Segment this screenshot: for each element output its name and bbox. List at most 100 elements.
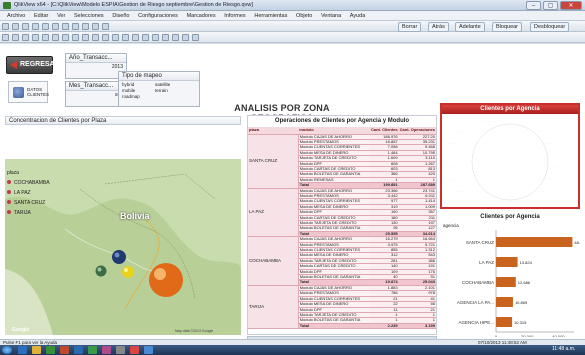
plaza-cell[interactable]: TARIJA	[248, 285, 299, 330]
borrar-button[interactable]: Borrar	[398, 22, 422, 32]
bar-2[interactable]	[496, 277, 516, 287]
legend-label: TARIJA	[14, 210, 31, 216]
map-bubble-cochabamba[interactable]	[112, 250, 126, 264]
close-button[interactable]: ✕	[560, 1, 582, 10]
help-icon[interactable]	[102, 23, 109, 30]
save-icon[interactable]	[22, 23, 29, 30]
table-viewer-icon[interactable]	[192, 34, 199, 41]
menu-editar[interactable]: Editar	[34, 11, 48, 21]
tipo-option-terrain[interactable]: terrain	[155, 88, 168, 93]
minimize-button[interactable]: –	[526, 1, 541, 10]
regresar-button[interactable]: REGRESAR	[6, 56, 60, 74]
bar-4[interactable]	[496, 317, 513, 327]
taskbar-app5-icon[interactable]	[144, 346, 153, 354]
menu-selecciones[interactable]: Selecciones	[74, 11, 104, 21]
sheet-icon[interactable]	[2, 34, 9, 41]
line-icon[interactable]	[122, 34, 129, 41]
slider-icon[interactable]	[72, 34, 79, 41]
menu-objeto[interactable]: Objeto	[296, 11, 312, 21]
anio-value[interactable]: 2013	[66, 63, 126, 72]
total-value: 3.199	[398, 323, 436, 330]
bookmark-icon[interactable]	[92, 34, 99, 41]
undo-icon[interactable]	[72, 23, 79, 30]
tipo-option-hybrid[interactable]: hybrid	[122, 82, 134, 87]
multibox-icon[interactable]	[62, 34, 69, 41]
svg-text:· · · · ·: · · · · ·	[444, 153, 452, 157]
taskbar-qlikview-icon[interactable]	[46, 346, 55, 354]
taskbar-word-icon[interactable]	[74, 346, 83, 354]
bar-0[interactable]	[496, 237, 573, 247]
menu-informes[interactable]: Informes	[224, 11, 245, 21]
menu-ayuda[interactable]: Ayuda	[350, 11, 366, 21]
copy-icon[interactable]	[52, 23, 59, 30]
chart-icon[interactable]	[22, 34, 29, 41]
menu-configuraciones[interactable]: Configuraciones	[138, 11, 178, 21]
mes-value[interactable]: sep	[66, 91, 126, 100]
menu-archivo[interactable]: Archivo	[7, 11, 25, 21]
map-bubble-tarija[interactable]	[122, 266, 134, 278]
plaza-cell[interactable]: COCHABAMBA	[248, 236, 299, 286]
col-modulo[interactable]: modulo	[298, 127, 370, 135]
tipo-option-roadmap[interactable]: roadmap	[122, 94, 140, 99]
google-logo: Google	[12, 327, 30, 333]
paste-icon[interactable]	[62, 23, 69, 30]
start-button-icon[interactable]	[2, 346, 12, 354]
map-bubble-santa-cruz[interactable]	[149, 263, 183, 297]
datos-clientes-button[interactable]: DATOS CLIENTES	[8, 81, 49, 103]
maximize-button[interactable]: ▢	[543, 1, 558, 10]
redo-icon[interactable]	[82, 23, 89, 30]
tipo-option-mobile[interactable]: mobile	[122, 88, 135, 93]
taskbar-app4-icon[interactable]	[130, 346, 139, 354]
bar-3[interactable]	[496, 297, 513, 307]
reload-icon[interactable]	[92, 23, 99, 30]
bar-1[interactable]	[496, 257, 518, 267]
legend-item-cochabamba[interactable]: COCHABAMBA	[7, 178, 50, 188]
taskbar-ie-icon[interactable]	[18, 346, 27, 354]
adelante-button[interactable]: Adelante	[455, 22, 485, 32]
legend-item-tarija[interactable]: TARIJA	[7, 208, 50, 218]
button-icon[interactable]	[52, 34, 59, 41]
taskbar-app-icon[interactable]	[60, 346, 69, 354]
taskbar-app3-icon[interactable]	[116, 346, 125, 354]
container-icon[interactable]	[112, 34, 119, 41]
legend-item-la-paz[interactable]: LA PAZ	[7, 188, 50, 198]
properties-icon[interactable]	[172, 34, 179, 41]
open-icon[interactable]	[12, 23, 19, 30]
align-right-icon[interactable]	[152, 34, 159, 41]
atras-button[interactable]: Atrás	[428, 22, 449, 32]
taskbar-excel-icon[interactable]	[88, 346, 97, 354]
legend-item-santa-cruz[interactable]: SANTA CRUZ	[7, 198, 50, 208]
map-bubble-la-paz[interactable]	[95, 265, 107, 277]
plaza-cell[interactable]: SANTA CRUZ	[248, 134, 299, 189]
table-icon[interactable]	[32, 34, 39, 41]
tipo-mapeo-listbox[interactable]: Tipo de mapeo hybrid satellite mobile te…	[118, 71, 200, 107]
tipo-option-satellite[interactable]: satellite	[155, 82, 170, 87]
align-left-icon[interactable]	[132, 34, 139, 41]
menu-herramientas[interactable]: Herramientas	[254, 11, 287, 21]
grid-icon[interactable]	[162, 34, 169, 41]
search-icon[interactable]	[102, 34, 109, 41]
col-cant-clientes[interactable]: Cant. Clientes	[369, 127, 399, 135]
operaciones-table[interactable]: Operaciones de Clientes por Agencia y Mo…	[247, 115, 437, 335]
new-icon[interactable]	[2, 23, 9, 30]
plaza-cell[interactable]: LA PAZ	[248, 188, 299, 238]
menu-marcadores[interactable]: Marcadores	[187, 11, 216, 21]
listbox-icon[interactable]	[12, 34, 19, 41]
script-icon[interactable]	[182, 34, 189, 41]
desbloquear-button[interactable]: Desbloquear	[530, 22, 570, 32]
taskbar-explorer-icon[interactable]	[32, 346, 41, 354]
taskbar-app2-icon[interactable]	[102, 346, 111, 354]
menu-ventana[interactable]: Ventana	[321, 11, 341, 21]
col-plaza[interactable]: plaza	[248, 127, 299, 135]
bloquear-button[interactable]: Bloquear	[492, 22, 523, 32]
calendar-icon[interactable]	[82, 34, 89, 41]
col-cant-operaciones[interactable]: Cant. Operaciones	[398, 127, 436, 135]
print-icon[interactable]	[32, 23, 39, 30]
bar-tick-label: 0	[495, 334, 498, 337]
menu-ver[interactable]: Ver	[57, 11, 65, 21]
cut-icon[interactable]	[42, 23, 49, 30]
menu-diseno[interactable]: Diseño	[112, 11, 129, 21]
align-center-icon[interactable]	[142, 34, 149, 41]
textbox-icon[interactable]	[42, 34, 49, 41]
modulo-cell: Modulo BOLETAS DE GARANTIA	[298, 317, 370, 324]
